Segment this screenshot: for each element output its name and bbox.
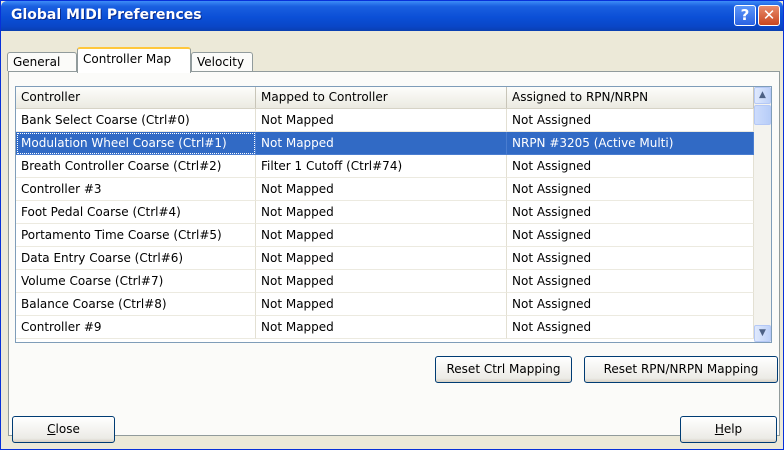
table-row[interactable]: Bank Select Coarse (Ctrl#0) Not Mapped Not…	[16, 109, 754, 132]
close-label: lose	[55, 422, 80, 436]
column-header-controller[interactable]: Controller	[16, 87, 256, 108]
cell-controller: Volume Coarse (Ctrl#7)	[16, 270, 256, 293]
reset-ctrl-mapping-button[interactable]: Reset Ctrl Mapping	[435, 356, 572, 383]
cell-assigned: Not Assigned	[507, 270, 754, 293]
column-header-mapped[interactable]: Mapped to Controller	[256, 87, 507, 108]
cell-controller: Balance Coarse (Ctrl#8)	[16, 293, 256, 316]
cell-assigned: Not Assigned	[507, 293, 754, 316]
tab-controller-map-label: Controller Map	[83, 52, 172, 66]
cell-controller: Controller #9	[16, 316, 256, 339]
cell-controller: Data Entry Coarse (Ctrl#6)	[16, 247, 256, 270]
close-button[interactable]: Close	[12, 416, 115, 443]
cell-controller: Breath Controller Coarse (Ctrl#2)	[16, 155, 256, 178]
cell-mapped: Not Mapped	[256, 247, 507, 270]
cell-mapped: Not Mapped	[256, 270, 507, 293]
title-bar[interactable]: Global MIDI Preferences ? ✕	[1, 1, 783, 31]
cell-mapped: Not Mapped	[256, 109, 507, 132]
table-header: Controller Mapped to Controller Assigned…	[16, 87, 754, 109]
tab-velocity[interactable]: Velocity	[191, 52, 253, 71]
column-header-assigned[interactable]: Assigned to RPN/NRPN	[507, 87, 754, 108]
cell-controller: Foot Pedal Coarse (Ctrl#4)	[16, 201, 256, 224]
cell-mapped: Not Mapped	[256, 316, 507, 339]
chevron-up-icon: ▲	[759, 90, 766, 100]
table-row[interactable]: Volume Coarse (Ctrl#7) Not Mapped Not Assi…	[16, 270, 754, 293]
scroll-thumb[interactable]	[754, 105, 771, 125]
reset-rpn-nrpn-mapping-button[interactable]: Reset RPN/NRPN Mapping	[584, 356, 778, 383]
table-row[interactable]: Portamento Time Coarse (Ctrl#5) Not Mappe…	[16, 224, 754, 247]
table-row[interactable]: Balance Coarse (Ctrl#8) Not Mapped Not Ass…	[16, 293, 754, 316]
table-row[interactable]: Foot Pedal Coarse (Ctrl#4) Not Mapped Not …	[16, 201, 754, 224]
table-row[interactable]: Modulation Wheel Coarse (Ctrl#1) Not Mapp…	[16, 132, 754, 155]
scroll-down-button[interactable]: ▼	[754, 325, 771, 342]
cell-mapped: Filter 1 Cutoff (Ctrl#74)	[256, 155, 507, 178]
cell-mapped: Not Mapped	[256, 293, 507, 316]
cell-assigned: Not Assigned	[507, 155, 754, 178]
cell-controller: Portamento Time Coarse (Ctrl#5)	[16, 224, 256, 247]
cell-assigned: Not Assigned	[507, 224, 754, 247]
vertical-scrollbar[interactable]: ▲ ▼	[754, 87, 771, 342]
cell-mapped: Not Mapped	[256, 224, 507, 247]
cell-assigned: NRPN #3205 (Active Multi)	[507, 132, 754, 155]
cell-controller: Controller #3	[16, 178, 256, 201]
chevron-down-icon: ▼	[759, 328, 766, 338]
help-label: elp	[723, 422, 743, 436]
cell-assigned: Not Assigned	[507, 201, 754, 224]
cell-controller: Bank Select Coarse (Ctrl#0)	[16, 109, 256, 132]
cell-mapped: Not Mapped	[256, 201, 507, 224]
cell-mapped: Not Mapped	[256, 178, 507, 201]
title-close-button[interactable]: ✕	[758, 5, 780, 26]
tab-general-label: General	[13, 55, 61, 69]
close-accelerator: C	[47, 422, 56, 436]
table-row[interactable]: Controller #3 Not Mapped Not Assigned	[16, 178, 754, 201]
tab-controller-map[interactable]: Controller Map	[77, 47, 191, 73]
scroll-up-button[interactable]: ▲	[754, 87, 771, 104]
cell-assigned: Not Assigned	[507, 178, 754, 201]
question-icon: ?	[740, 6, 750, 24]
cell-controller: Modulation Wheel Coarse (Ctrl#1)	[16, 132, 256, 155]
cell-mapped: Not Mapped	[256, 132, 507, 155]
window-title: Global MIDI Preferences	[11, 7, 202, 23]
cell-assigned: Not Assigned	[507, 109, 754, 132]
help-accelerator: H	[714, 422, 724, 436]
table-row[interactable]: Data Entry Coarse (Ctrl#6) Not Mapped Not …	[16, 247, 754, 270]
close-icon: ✕	[762, 6, 776, 24]
controller-map-table[interactable]: Controller Mapped to Controller Assigned…	[15, 86, 772, 343]
table-row[interactable]: Breath Controller Coarse (Ctrl#2) Filter …	[16, 155, 754, 178]
cell-assigned: Not Assigned	[507, 316, 754, 339]
tab-general[interactable]: General	[7, 52, 77, 71]
title-help-button[interactable]: ?	[734, 5, 756, 26]
cell-assigned: Not Assigned	[507, 247, 754, 270]
help-button[interactable]: Help	[680, 416, 777, 443]
tab-velocity-label: Velocity	[197, 55, 245, 69]
table-row[interactable]: Controller #9 Not Mapped Not Assigned	[16, 316, 754, 339]
